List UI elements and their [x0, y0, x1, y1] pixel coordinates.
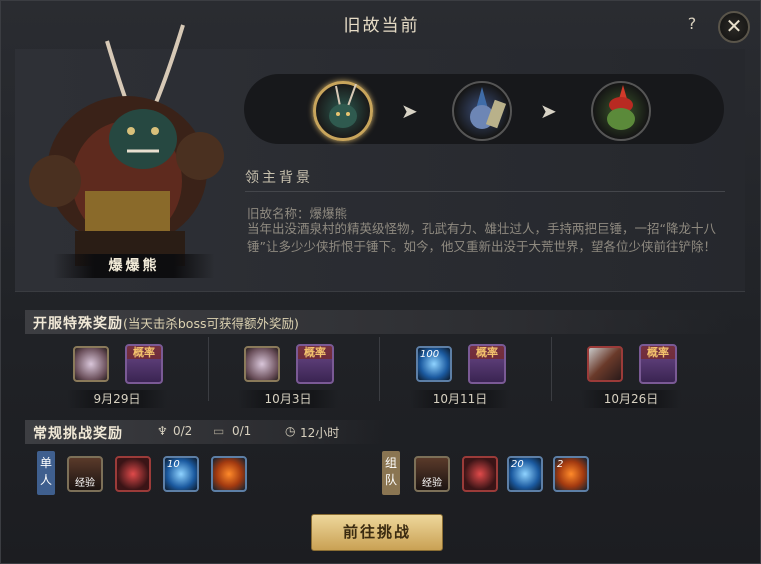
divider [245, 191, 725, 192]
chest-icon: ▭ [213, 424, 225, 438]
red-slash-icon[interactable] [115, 456, 151, 492]
special-rewards-header: 开服特殊奖励(当天击杀boss可获得额外奖励) [25, 310, 733, 334]
divider [551, 337, 552, 401]
boss-name: 爆爆熊 [54, 254, 214, 278]
orange-orb-icon[interactable]: 2 [553, 456, 589, 492]
kill-count-icon: ♆ [157, 424, 168, 438]
special-rewards-title: 开服特殊奖励 [33, 316, 123, 332]
go-challenge-button[interactable]: 前往挑战 [311, 514, 443, 551]
divider [379, 337, 380, 401]
boss-illustration [15, 21, 225, 281]
scroll-bundle-icon[interactable] [587, 346, 623, 382]
team-attempts: 0/1 [232, 424, 252, 438]
mirror-icon[interactable] [244, 346, 280, 382]
boss-portrait-current[interactable] [313, 81, 373, 141]
blue-orb-icon[interactable]: 20 [507, 456, 543, 492]
exp-portrait-icon[interactable]: 经验 [414, 456, 450, 492]
boss-figure-icon [29, 24, 224, 266]
refresh-time: 12小时 [300, 426, 340, 440]
boss-portrait-next[interactable] [452, 81, 512, 141]
exp-portrait-icon[interactable]: 经验 [67, 456, 103, 492]
chance-box-icon[interactable]: 概率 [639, 344, 677, 384]
boss-description: 当年出没酒泉村的精英级怪物，孔武有力、雄壮过人，手持两把巨锤，一招“降龙十八锤”… [247, 221, 716, 254]
help-icon[interactable]: ? [681, 13, 703, 35]
arrow-icon: ➤ [540, 99, 557, 123]
reward-date: 10月3日 [238, 390, 338, 408]
team-tag: 组队 [382, 451, 400, 495]
boss-portrait-final[interactable] [591, 81, 651, 141]
mirror-icon[interactable] [73, 346, 109, 382]
reward-date: 10月11日 [410, 390, 510, 408]
blue-orb-icon[interactable]: 10 [163, 456, 199, 492]
boss-challenge-panel: 旧故当前 ? ✕ 爆爆熊 ➤ ➤ 领主背景 旧故名称：爆爆熊 当年出没酒泉村的精… [0, 0, 761, 564]
orange-orb-icon[interactable] [211, 456, 247, 492]
solo-tag: 单人 [37, 451, 55, 495]
solo-attempts: 0/2 [173, 424, 193, 438]
close-button[interactable]: ✕ [718, 11, 750, 43]
regular-rewards-title: 常规挑战奖励 [33, 426, 123, 442]
chance-box-icon[interactable]: 概率 [468, 344, 506, 384]
divider [208, 337, 209, 401]
red-slash-icon[interactable] [462, 456, 498, 492]
special-rewards-subtitle: (当天击杀boss可获得额外奖励) [123, 316, 299, 331]
arrow-icon: ➤ [401, 99, 418, 123]
chance-box-icon[interactable]: 概率 [296, 344, 334, 384]
blue-orb-icon[interactable]: 100 [416, 346, 452, 382]
reward-date: 9月29日 [67, 390, 167, 408]
reward-date: 10月26日 [581, 390, 681, 408]
clock-icon: ◷ [285, 424, 296, 438]
lord-background-title: 领主背景 [245, 170, 313, 186]
chance-box-icon[interactable]: 概率 [125, 344, 163, 384]
